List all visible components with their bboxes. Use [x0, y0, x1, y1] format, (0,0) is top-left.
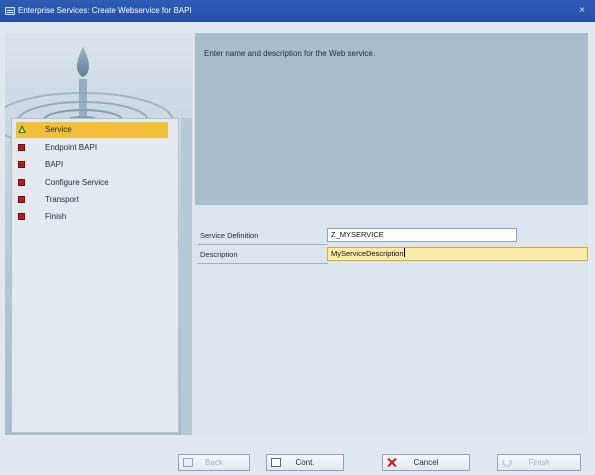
step-configure-service[interactable]: Configure Service [16, 175, 168, 191]
wizard-navigation-panel: Service Endpoint BAPI BAPI Configure Ser… [5, 33, 192, 435]
instruction-text: Enter name and description for the Web s… [204, 49, 376, 58]
step-transport[interactable]: Transport [16, 192, 168, 208]
pending-step-icon [18, 179, 25, 186]
back-button[interactable]: Back [178, 454, 250, 471]
close-window-icon[interactable]: × [575, 0, 589, 22]
pending-step-icon [18, 144, 25, 151]
step-service[interactable]: Service [16, 122, 168, 138]
instruction-panel: Enter name and description for the Web s… [195, 33, 588, 205]
pending-step-icon [18, 213, 25, 220]
row-divider [198, 263, 328, 264]
description-field[interactable]: MyServiceDescription [327, 247, 588, 261]
service-definition-label: Service Definition [200, 231, 259, 240]
step-label: Endpoint BAPI [45, 143, 98, 152]
step-label: Finish [45, 212, 67, 221]
window-title: Enterprise Services: Create Webservice f… [18, 6, 192, 15]
continue-icon [271, 458, 281, 467]
wizard-steps-list: Service Endpoint BAPI BAPI Configure Ser… [11, 118, 179, 433]
finish-icon [502, 458, 512, 467]
finish-button[interactable]: Finish [497, 454, 581, 471]
text-cursor [403, 248, 405, 257]
window-menu-icon[interactable] [5, 7, 15, 15]
step-label: BAPI [45, 160, 64, 169]
back-icon [183, 458, 193, 467]
wizard-window: Service Endpoint BAPI BAPI Configure Ser… [5, 33, 588, 435]
continue-button[interactable]: Cont. [266, 454, 344, 471]
back-button-label: Back [205, 458, 223, 467]
window-title-bar: Enterprise Services: Create Webservice f… [0, 0, 595, 22]
pending-step-icon [18, 196, 25, 203]
cancel-x-icon [387, 458, 397, 467]
step-endpoint-bapi[interactable]: Endpoint BAPI [16, 140, 168, 156]
step-label: Service [45, 125, 72, 134]
step-finish[interactable]: Finish [16, 209, 168, 225]
current-step-triangle-icon [18, 125, 26, 133]
description-label: Description [200, 250, 238, 259]
row-divider [198, 244, 328, 245]
description-value: MyServiceDescription [331, 249, 404, 258]
step-label: Configure Service [45, 178, 109, 187]
continue-button-label: Cont. [295, 458, 315, 467]
service-definition-value: Z_MYSERVICE [331, 230, 384, 239]
pending-step-icon [18, 161, 25, 168]
step-label: Transport [45, 195, 79, 204]
cancel-button-label: Cancel [413, 458, 439, 467]
step-bapi[interactable]: BAPI [16, 157, 168, 173]
finish-button-label: Finish [528, 458, 550, 467]
cancel-button[interactable]: Cancel [382, 454, 470, 471]
service-definition-field[interactable]: Z_MYSERVICE [327, 228, 517, 242]
